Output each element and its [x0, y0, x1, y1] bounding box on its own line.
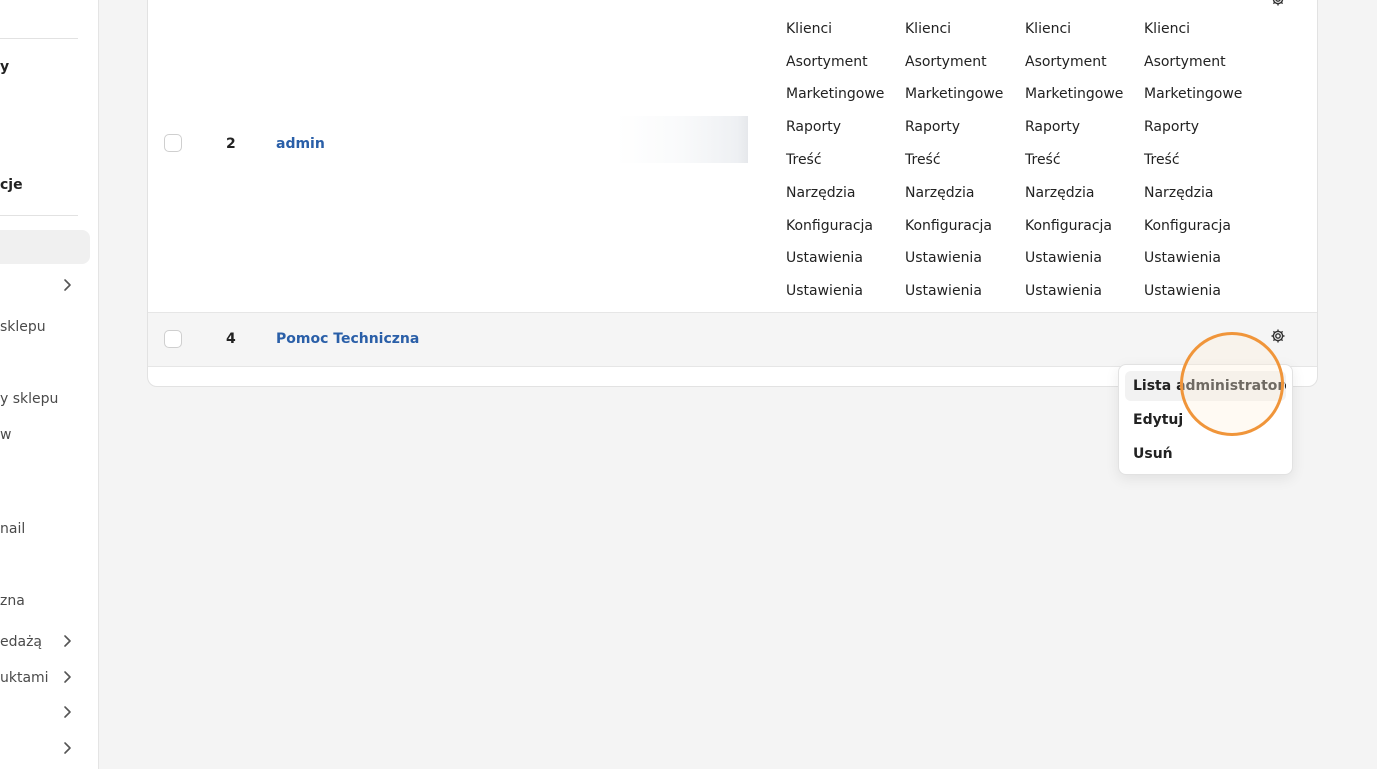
sidebar-item-6[interactable]: zna: [0, 592, 25, 610]
permission-label: Konfiguracja: [786, 218, 874, 234]
permission-label: Asortyment: [1144, 54, 1226, 70]
menu-item-delete[interactable]: Usuń: [1125, 439, 1286, 469]
permission-label: Ustawienia: [1144, 250, 1221, 266]
redacted-area: [616, 116, 748, 163]
permission-label: Ustawienia: [905, 250, 982, 266]
permission-label: Asortyment: [905, 54, 987, 70]
permission-label: Raporty: [786, 119, 841, 135]
permission-label: Klienci: [1025, 21, 1072, 37]
row-id: 2: [226, 136, 236, 152]
sidebar-item-3[interactable]: y sklepu: [0, 390, 58, 408]
chevron-right-icon[interactable]: [60, 634, 74, 648]
chevron-right-icon[interactable]: [60, 278, 74, 292]
sidebar-item-1[interactable]: cje: [0, 176, 23, 194]
permission-label: Treść: [1025, 152, 1061, 168]
row-actions-menu: Lista administratorów Edytuj Usuń: [1118, 364, 1293, 475]
permission-label: Treść: [905, 152, 941, 168]
sidebar-item-2[interactable]: sklepu: [0, 318, 46, 336]
chevron-right-icon[interactable]: [60, 705, 74, 719]
permission-label: Ustawienia: [786, 250, 863, 266]
sidebar: y cje sklepu y sklepu w nail zna edażą u…: [0, 0, 99, 769]
sidebar-active-item[interactable]: [0, 230, 90, 264]
gear-icon[interactable]: [1270, 328, 1286, 344]
sidebar-divider: [0, 38, 78, 39]
sidebar-item-4[interactable]: w: [0, 426, 11, 444]
menu-item-edit[interactable]: Edytuj: [1125, 405, 1286, 435]
permission-label: Treść: [786, 152, 822, 168]
table-row: 4 Pomoc Techniczna: [148, 312, 1317, 367]
permission-label: Konfiguracja: [1144, 218, 1232, 234]
permission-label: Narzędzia: [1144, 185, 1214, 201]
permission-label: Ustawienia: [1144, 283, 1221, 299]
permission-label: Marketingowe: [786, 86, 885, 102]
permission-label: Konfiguracja: [1025, 218, 1113, 234]
permission-label: Raporty: [905, 119, 960, 135]
permission-label: Treść: [1144, 152, 1180, 168]
permission-label: Ustawienia: [1025, 250, 1102, 266]
permission-label: Narzędzia: [905, 185, 975, 201]
permission-label: Asortyment: [1025, 54, 1107, 70]
permission-label: Marketingowe: [1025, 86, 1124, 102]
sidebar-item-7[interactable]: edażą: [0, 633, 42, 651]
permission-label: Raporty: [1025, 119, 1080, 135]
row-checkbox[interactable]: [164, 330, 182, 348]
permission-label: Konfiguracja: [905, 218, 993, 234]
permission-label: Narzędzia: [786, 185, 856, 201]
permission-label: Asortyment: [786, 54, 868, 70]
permission-label: Ustawienia: [905, 283, 982, 299]
chevron-right-icon[interactable]: [60, 741, 74, 755]
sidebar-divider: [0, 215, 78, 216]
row-divider: [148, 312, 1317, 313]
chevron-right-icon[interactable]: [60, 670, 74, 684]
permission-label: Narzędzia: [1025, 185, 1095, 201]
permission-label: Ustawienia: [1025, 283, 1102, 299]
admin-profiles-table: 2 admin Klienci Asortyment Marketingowe …: [147, 0, 1318, 387]
row-name-link[interactable]: Pomoc Techniczna: [276, 330, 419, 348]
permission-label: Marketingowe: [905, 86, 1004, 102]
permission-label: Klienci: [1144, 21, 1191, 37]
sidebar-item-0[interactable]: y: [0, 58, 9, 76]
permission-label: Raporty: [1144, 119, 1199, 135]
menu-item-admin-list[interactable]: Lista administratorów: [1125, 371, 1286, 401]
row-id: 4: [226, 331, 236, 347]
permission-label: Ustawienia: [786, 283, 863, 299]
permission-label: Klienci: [786, 21, 833, 37]
permission-label: Klienci: [905, 21, 952, 37]
permission-label: Marketingowe: [1144, 86, 1243, 102]
sidebar-item-8[interactable]: uktami: [0, 669, 49, 687]
row-checkbox[interactable]: [164, 134, 182, 152]
gear-icon[interactable]: [1270, 0, 1286, 7]
row-name-link[interactable]: admin: [276, 135, 325, 153]
sidebar-item-5[interactable]: nail: [0, 520, 25, 538]
